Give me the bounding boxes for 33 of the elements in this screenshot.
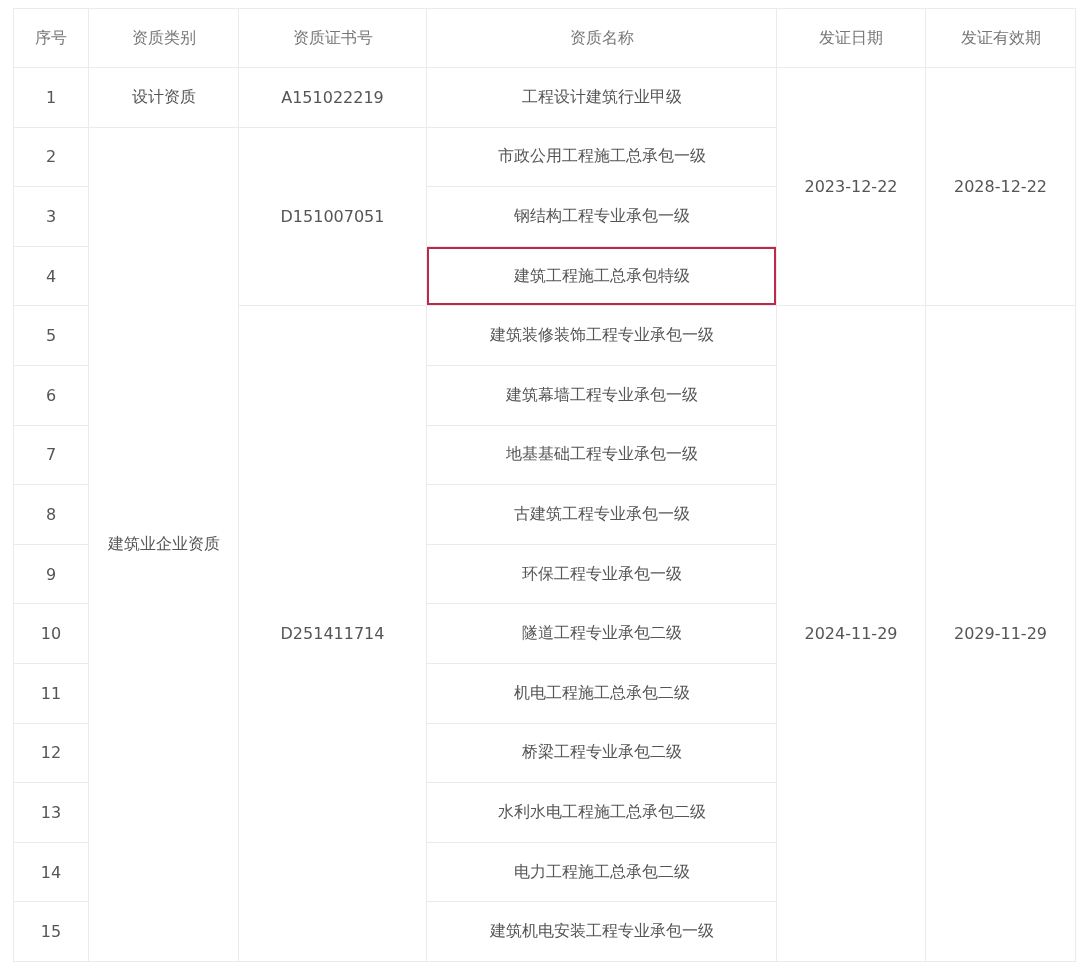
column-header: 发证有效期 [925,8,1076,68]
table-cell: 3 [13,186,89,247]
table-cell: 5 [13,305,89,366]
table-cell: 设计资质 [88,67,239,128]
table-cell: 10 [13,603,89,664]
table-cell: A151022219 [238,67,427,128]
table-cell: 6 [13,365,89,426]
table-cell: 4 [13,246,89,306]
table-cell: 13 [13,782,89,843]
table-cell: D251411714 [238,305,427,962]
table-cell: 8 [13,484,89,545]
column-header: 资质名称 [426,8,777,68]
table-cell: 建筑工程施工总承包特级 [426,246,777,306]
table-cell: 15 [13,901,89,962]
table-cell: 建筑业企业资质 [88,127,239,962]
table-cell: 工程设计建筑行业甲级 [426,67,777,128]
column-header: 资质证书号 [238,8,427,68]
table-cell: 2023-12-22 [776,67,926,306]
table-cell: 2029-11-29 [925,305,1076,962]
table-cell: 1 [13,67,89,128]
table-cell: D151007051 [238,127,427,306]
table-cell: 2024-11-29 [776,305,926,962]
table-cell: 建筑装修装饰工程专业承包一级 [426,305,777,366]
table-cell: 2 [13,127,89,187]
table-cell: 14 [13,842,89,902]
table-cell: 11 [13,663,89,724]
table-cell: 12 [13,723,89,783]
table-cell: 9 [13,544,89,604]
column-header: 序号 [13,8,89,68]
column-header: 资质类别 [88,8,239,68]
table-cell: 2028-12-22 [925,67,1076,306]
column-header: 发证日期 [776,8,926,68]
table-cell: 7 [13,425,89,485]
